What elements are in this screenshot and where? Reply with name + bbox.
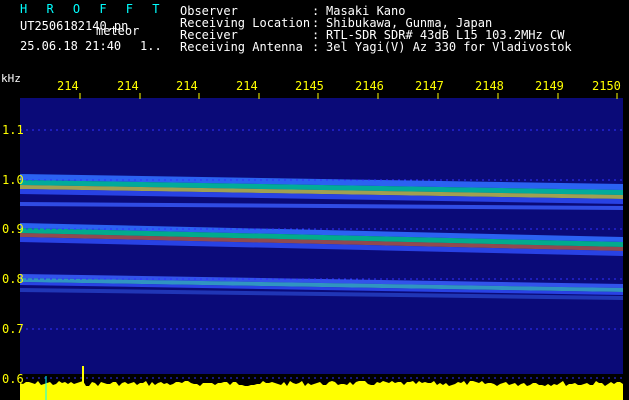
freq-tick-label: 0.7	[2, 322, 24, 336]
freq-tick-label: 0.8	[2, 272, 24, 286]
freq-tick-label: 0.6	[2, 372, 24, 386]
frequency-unit-label: kHz	[1, 72, 21, 85]
time-tick-label: 2147	[415, 79, 444, 93]
time-tick-label: 214	[57, 79, 79, 93]
date-time: 25.06.18 21:40	[20, 39, 122, 53]
antenna-value: 3el Yagi(V) Az 330 for Vladivostok	[326, 40, 572, 54]
time-tick-label: 2148	[475, 79, 504, 93]
time-tick-label: 2149	[535, 79, 564, 93]
time-tick-label: 214	[236, 79, 258, 93]
antenna-label: Receiving Antenna	[180, 40, 303, 54]
freq-tick-label: 1.1	[2, 123, 24, 137]
freq-tick-label: 1.0	[2, 173, 24, 187]
time-tick-label: 214	[176, 79, 198, 93]
date-time-suffix: 1..	[140, 39, 162, 53]
time-tick-label: 2146	[355, 79, 384, 93]
freq-tick-label: 0.9	[2, 222, 24, 236]
time-tick-label: 2145	[295, 79, 324, 93]
signal-level-trace	[20, 381, 623, 400]
time-tick-label: 2150	[592, 79, 621, 93]
file-tag: meteor	[96, 24, 140, 38]
antenna-colon: :	[312, 40, 320, 54]
spectrogram-plot	[20, 93, 623, 400]
time-tick-label: 214	[117, 79, 139, 93]
app-title: H R O F F T	[20, 2, 166, 16]
